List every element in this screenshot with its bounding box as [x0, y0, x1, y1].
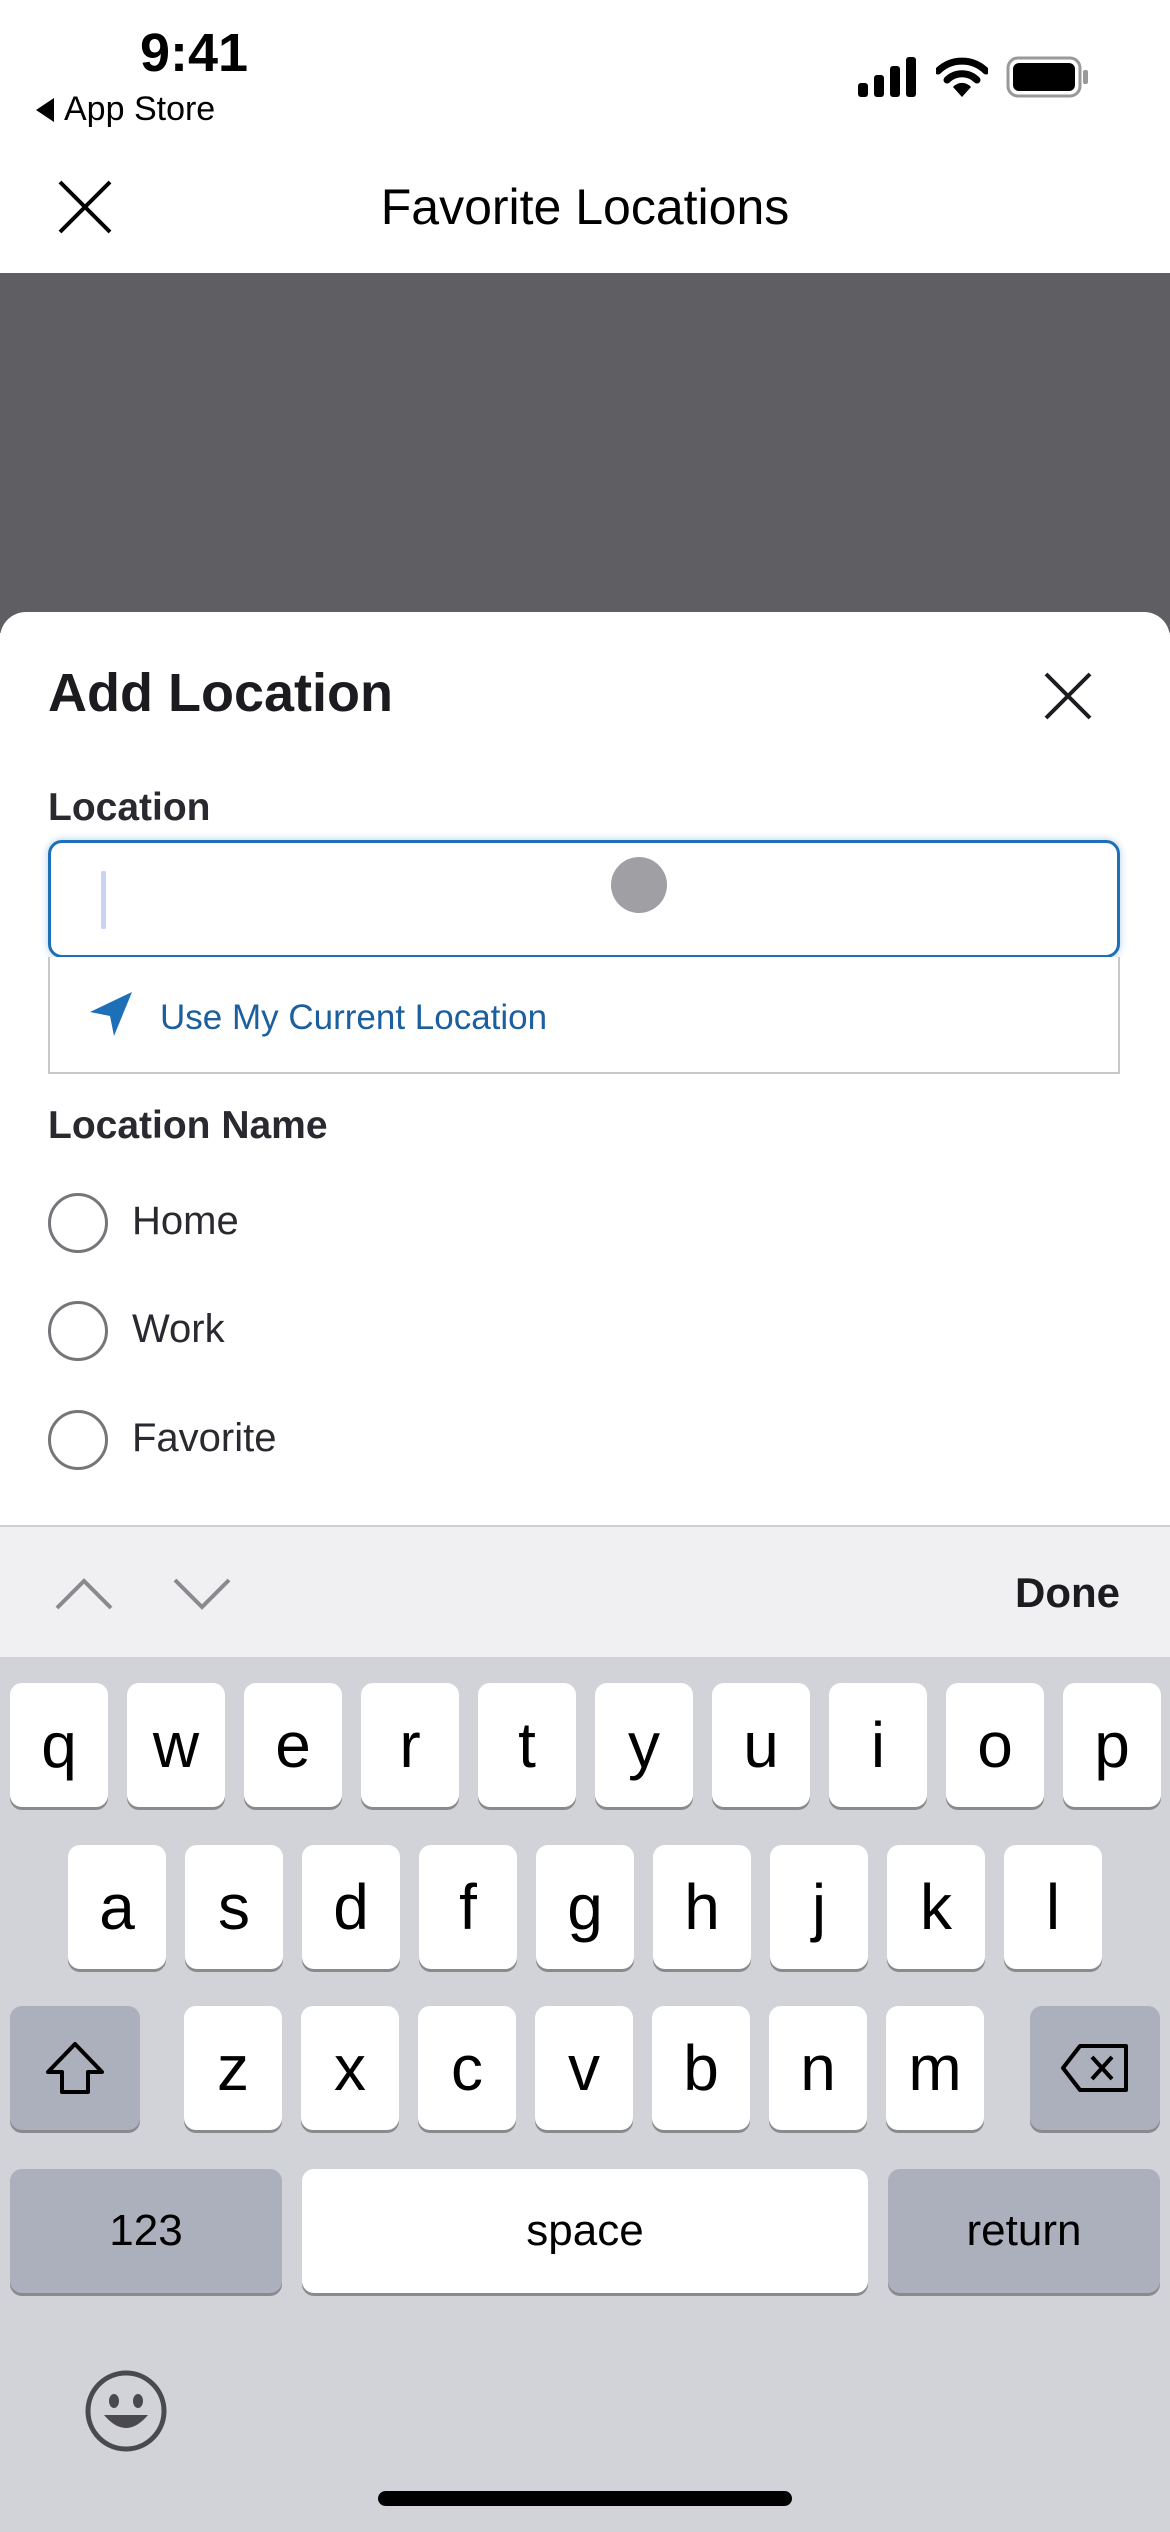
space-key[interactable]: space: [302, 2169, 868, 2293]
key-x[interactable]: x: [301, 2006, 399, 2130]
use-current-location[interactable]: Use My Current Location: [160, 998, 547, 1038]
radio-favorite[interactable]: [48, 1410, 108, 1470]
key-e[interactable]: e: [244, 1683, 342, 1807]
touch-indicator: [611, 857, 667, 913]
radio-label-favorite[interactable]: Favorite: [132, 1416, 277, 1461]
key-f[interactable]: f: [419, 1845, 517, 1969]
shift-icon: [46, 2042, 104, 2094]
return-key[interactable]: return: [888, 2169, 1160, 2293]
status-icons: [858, 56, 1090, 98]
sheet-title: Add Location: [48, 663, 393, 723]
key-j[interactable]: j: [770, 1845, 868, 1969]
radio-home[interactable]: [48, 1193, 108, 1253]
location-name-label: Location Name: [48, 1104, 328, 1147]
location-arrow-icon: [90, 992, 132, 1036]
shift-key[interactable]: [10, 2006, 140, 2130]
battery-icon: [1006, 56, 1088, 98]
radio-label-home[interactable]: Home: [132, 1199, 239, 1244]
keyboard-toolbar: Done: [0, 1525, 1170, 1657]
key-g[interactable]: g: [536, 1845, 634, 1969]
wifi-icon: [936, 57, 988, 97]
key-y[interactable]: y: [595, 1683, 693, 1807]
signal-icon: [858, 57, 916, 97]
key-s[interactable]: s: [185, 1845, 283, 1969]
radio-label-work[interactable]: Work: [132, 1307, 225, 1352]
keyboard: q w e r t y u i o p a s d f g h j k l z x c v b n m 123 space return: [0, 1657, 1170, 2532]
key-k[interactable]: k: [887, 1845, 985, 1969]
chevron-down-icon[interactable]: [172, 1577, 232, 1611]
key-b[interactable]: b: [652, 2006, 750, 2130]
back-label: App Store: [64, 90, 216, 128]
emoji-icon[interactable]: [84, 2369, 168, 2453]
key-z[interactable]: z: [184, 2006, 282, 2130]
done-button[interactable]: Done: [1015, 1569, 1120, 1617]
key-a[interactable]: a: [68, 1845, 166, 1969]
text-caret: [101, 871, 106, 929]
key-m[interactable]: m: [886, 2006, 984, 2130]
chevron-up-icon[interactable]: [54, 1577, 114, 1611]
backspace-key[interactable]: [1030, 2006, 1160, 2130]
key-q[interactable]: q: [10, 1683, 108, 1807]
key-n[interactable]: n: [769, 2006, 867, 2130]
close-sheet-icon[interactable]: [1044, 672, 1092, 720]
dimmed-backdrop[interactable]: [0, 273, 1170, 633]
location-label: Location: [48, 786, 211, 829]
numbers-key[interactable]: 123: [10, 2169, 282, 2293]
status-time: 9:41: [140, 23, 249, 83]
key-l[interactable]: l: [1004, 1845, 1102, 1969]
page-title: Favorite Locations: [380, 179, 790, 235]
key-p[interactable]: p: [1063, 1683, 1161, 1807]
key-t[interactable]: t: [478, 1683, 576, 1807]
key-r[interactable]: r: [361, 1683, 459, 1807]
back-arrow-icon: [36, 97, 54, 122]
key-o[interactable]: o: [946, 1683, 1044, 1807]
key-v[interactable]: v: [535, 2006, 633, 2130]
backspace-icon: [1061, 2044, 1128, 2092]
location-input[interactable]: [48, 840, 1120, 958]
back-to-app-store[interactable]: App Store: [36, 90, 215, 129]
key-w[interactable]: w: [127, 1683, 225, 1807]
key-d[interactable]: d: [302, 1845, 400, 1969]
key-i[interactable]: i: [829, 1683, 927, 1807]
key-c[interactable]: c: [418, 2006, 516, 2130]
key-h[interactable]: h: [653, 1845, 751, 1969]
key-u[interactable]: u: [712, 1683, 810, 1807]
home-indicator[interactable]: [378, 2491, 792, 2506]
radio-work[interactable]: [48, 1301, 108, 1361]
